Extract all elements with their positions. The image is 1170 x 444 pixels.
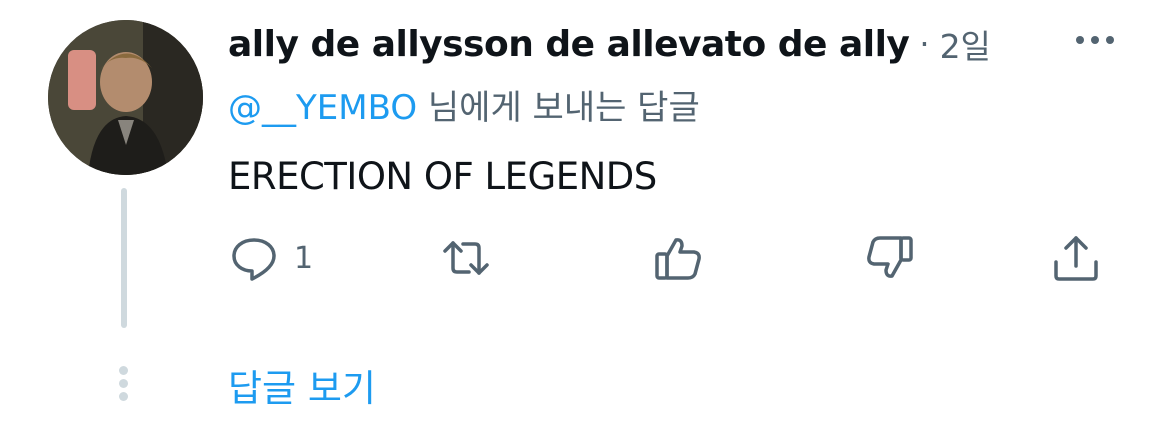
- timestamp[interactable]: 2일: [940, 20, 991, 68]
- like-icon: [655, 238, 701, 280]
- dislike-button[interactable]: [864, 230, 916, 286]
- dislike-icon: [867, 236, 913, 278]
- avatar-image: [48, 20, 203, 175]
- reply-to-line: @__YEMBO 님에게 보내는 답글: [228, 80, 700, 129]
- thread-line: [121, 188, 127, 328]
- like-button[interactable]: [652, 230, 704, 286]
- mention-link[interactable]: @__YEMBO: [228, 88, 417, 128]
- show-replies-link[interactable]: 답글 보기: [228, 358, 376, 412]
- tweet-text: ERECTION OF LEGENDS: [228, 155, 657, 198]
- reply-button[interactable]: 1: [228, 230, 313, 286]
- reply-count: 1: [294, 240, 314, 276]
- retweet-icon: [443, 241, 489, 275]
- display-name[interactable]: ally de allysson de allevato de ally: [228, 24, 910, 65]
- share-button[interactable]: [1050, 230, 1102, 286]
- thread-continuation-dots: [119, 366, 129, 401]
- more-icon[interactable]: [1076, 36, 1114, 44]
- retweet-button[interactable]: [440, 230, 492, 286]
- tweet-header: ally de allysson de allevato de ally · 2…: [228, 20, 991, 68]
- reply-to-suffix: 님에게 보내는 답글: [417, 88, 700, 128]
- avatar[interactable]: [48, 20, 203, 175]
- separator: ·: [919, 25, 930, 63]
- reply-icon: [232, 238, 276, 281]
- action-bar: 1: [228, 230, 1108, 286]
- share-icon: [1054, 236, 1098, 281]
